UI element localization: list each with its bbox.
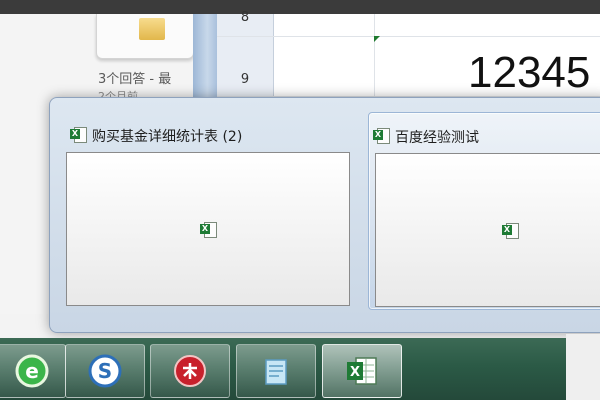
svg-text:S: S — [98, 359, 112, 383]
excel-icon: X — [373, 127, 390, 144]
svg-text:e: e — [25, 359, 39, 383]
preview-window-1[interactable]: X 购买基金详细统计表 (2) X — [66, 112, 356, 308]
taskbar-item-sogou[interactable]: S — [65, 344, 145, 398]
taskbar-item-notepad[interactable] — [236, 344, 316, 398]
preview-window-title: 购买基金详细统计表 (2) — [92, 129, 243, 145]
sogou-input-icon: S — [88, 354, 122, 388]
preview-window-thumbnail[interactable]: X — [375, 153, 600, 307]
excel-icon: X — [70, 126, 87, 143]
xiu-app-icon — [174, 355, 206, 387]
folder-icon — [139, 18, 165, 40]
taskbar-preview-popup: X 购买基金详细统计表 (2) X X 百度经验测试 X — [49, 97, 600, 333]
excel-icon: X — [502, 222, 519, 239]
preview-window-thumbnail[interactable]: X — [66, 152, 350, 306]
preview-window-title: 百度经验测试 — [395, 130, 479, 146]
ie-browser-icon: e — [15, 354, 49, 388]
cell-value[interactable]: 12345 — [468, 48, 590, 98]
taskbar-item-xiu[interactable] — [150, 344, 230, 398]
taskbar-item-excel[interactable]: X — [322, 344, 402, 398]
show-desktop-corner[interactable] — [566, 334, 600, 400]
grid-line — [217, 36, 600, 37]
folder-card[interactable] — [96, 14, 194, 59]
cell-error-marker — [374, 36, 380, 42]
answers-count-text[interactable]: 3个回答 - 最 — [98, 68, 171, 87]
excel-icon: X — [347, 357, 377, 385]
svg-text:X: X — [350, 365, 360, 380]
row-number[interactable]: 8 — [217, 10, 273, 25]
excel-icon: X — [200, 221, 217, 238]
preview-window-2[interactable]: X 百度经验测试 X — [368, 112, 600, 310]
notepad-icon — [265, 359, 287, 385]
taskbar: e S X — [0, 338, 600, 400]
row-number[interactable]: 9 — [217, 72, 273, 87]
taskbar-item-ie[interactable]: e — [0, 344, 66, 398]
top-bar — [0, 0, 600, 14]
